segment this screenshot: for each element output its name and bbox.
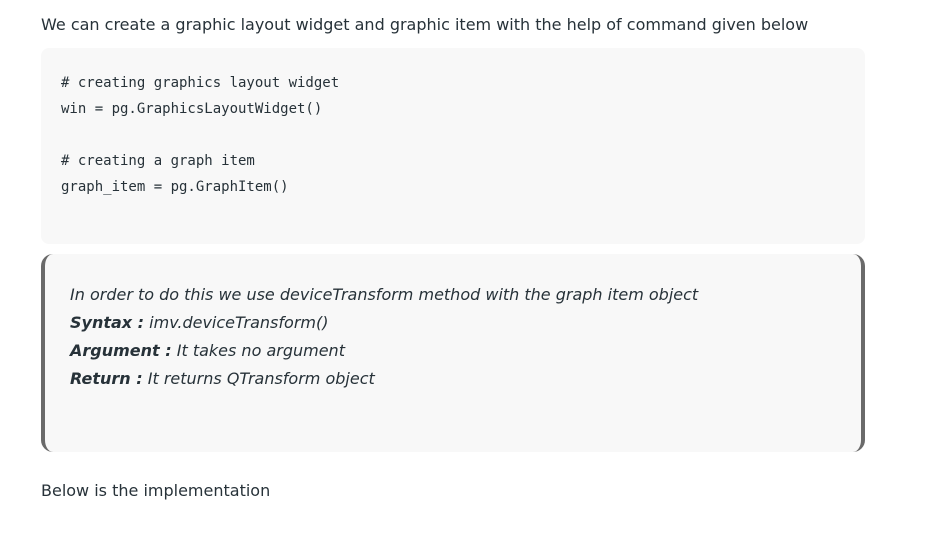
code-line: # creating a graph item: [61, 153, 255, 169]
note-description: In order to do this we use deviceTransfo…: [70, 285, 699, 304]
syntax-label: Syntax :: [70, 313, 145, 332]
code-line: graph_item = pg.GraphItem(): [61, 179, 289, 195]
intro-paragraph: We can create a graphic layout widget an…: [41, 15, 809, 34]
code-line: win = pg.GraphicsLayoutWidget(): [61, 101, 323, 117]
note-syntax: Syntax : imv.deviceTransform(): [70, 309, 861, 337]
return-label: Return :: [70, 369, 143, 388]
syntax-value: imv.deviceTransform(): [144, 313, 329, 332]
method-note-box: In order to do this we use deviceTransfo…: [41, 254, 865, 452]
argument-value: It takes no argument: [171, 341, 345, 360]
code-block: # creating graphics layout widget win = …: [41, 48, 865, 244]
outro-paragraph: Below is the implementation: [41, 481, 271, 500]
note-argument: Argument : It takes no argument: [70, 337, 861, 365]
return-value: It returns QTransform object: [142, 369, 375, 388]
argument-label: Argument :: [70, 341, 172, 360]
code-line: # creating graphics layout widget: [61, 75, 340, 91]
note-return: Return : It returns QTransform object: [70, 365, 861, 393]
